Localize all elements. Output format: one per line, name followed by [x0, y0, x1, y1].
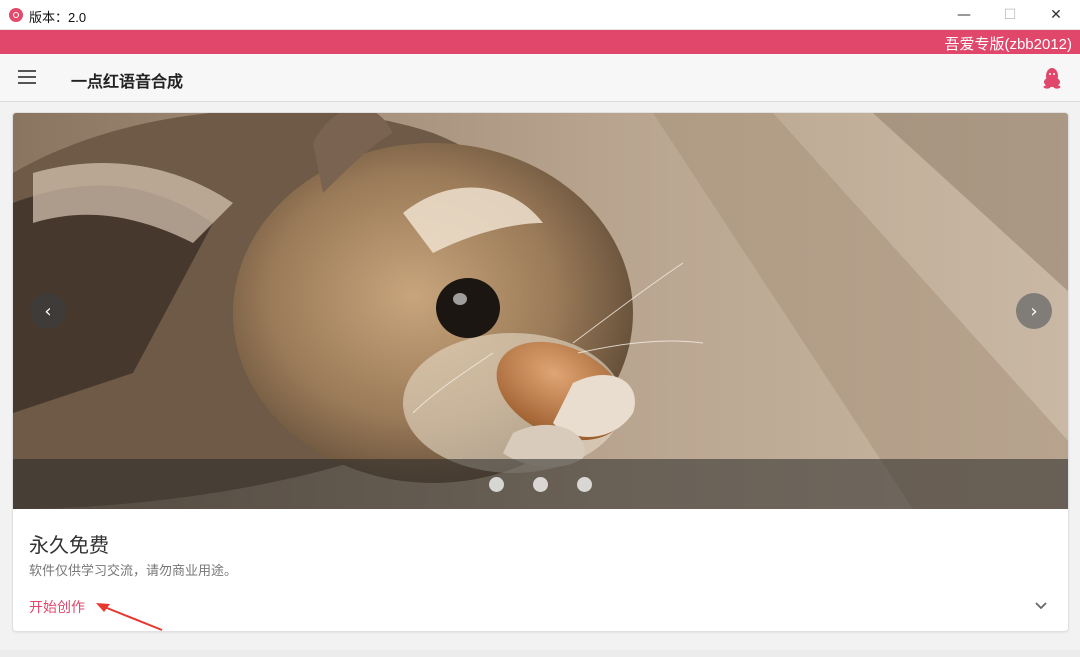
minimize-button[interactable]: — [941, 0, 987, 30]
qq-penguin-icon[interactable] [1041, 66, 1063, 90]
app-bar: 一点红语音合成 [0, 54, 1080, 102]
carousel-dot-2[interactable] [533, 477, 548, 492]
card-title: 永久免费 [29, 535, 109, 557]
card-subtitle: 软件仅供学习交流，请勿商业用途。 [29, 563, 238, 578]
window-titlebar: 版本：2.0 — ☐ ✕ [0, 0, 1080, 30]
chipmunk-eating-almond-photo [13, 113, 1068, 509]
version-banner: 吾爱专版(zbb2012) [0, 30, 1080, 54]
chevron-down-icon[interactable] [1031, 595, 1051, 615]
hamburger-menu-icon[interactable] [16, 68, 40, 88]
maximize-button[interactable]: ☐ [987, 0, 1033, 30]
carousel-next-button[interactable]: › [1016, 293, 1052, 329]
annotation-arrow-icon [96, 603, 163, 631]
start-creating-button[interactable]: 开始创作 [29, 597, 85, 617]
banner-text: 吾爱专版(zbb2012) [944, 36, 1072, 53]
carousel-dot-3[interactable] [577, 477, 592, 492]
bottom-edge [0, 650, 1080, 657]
image-carousel[interactable]: ‹ › [13, 113, 1068, 509]
feature-card: ‹ › 永久免费 软件仅供学习交流，请勿商业用途。 开始创作 [12, 112, 1069, 632]
close-button[interactable]: ✕ [1033, 0, 1079, 30]
carousel-dot-1[interactable] [489, 477, 504, 492]
window-title: 版本：2.0 [29, 10, 87, 25]
app-title: 一点红语音合成 [71, 74, 184, 91]
carousel-prev-button[interactable]: ‹ [30, 293, 66, 329]
app-logo-icon [9, 8, 23, 22]
